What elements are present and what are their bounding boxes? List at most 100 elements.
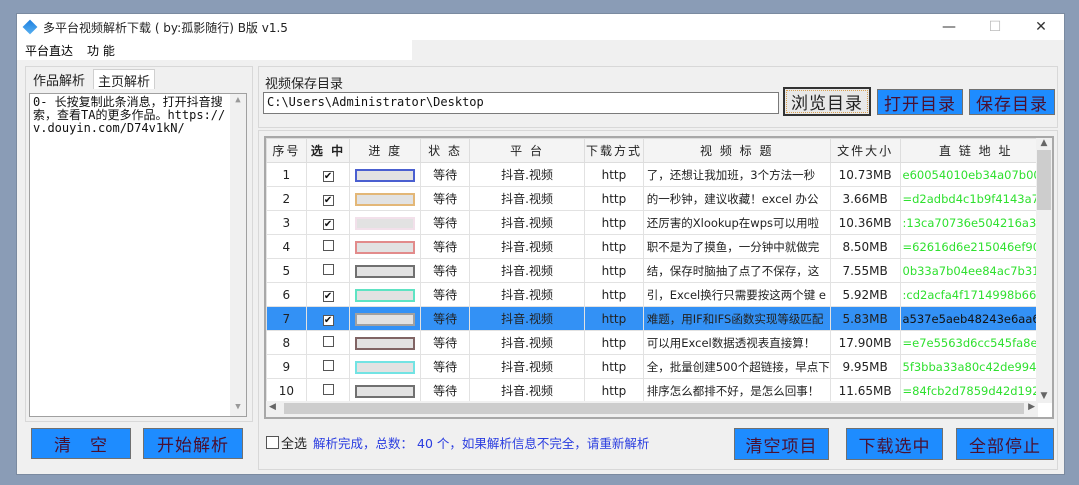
window-title: 多平台视频解析下载 ( by:孤影随行) B版 v1.5 <box>43 20 288 35</box>
row-number: 4 <box>266 234 307 259</box>
column-header[interactable]: 选 中 <box>305 138 351 163</box>
platform-cell: 抖音.视频 <box>468 330 586 355</box>
method-cell: http <box>584 210 644 235</box>
row-checkbox[interactable]: ✔ <box>322 218 334 230</box>
main-window: 多平台视频解析下载 ( by:孤影随行) B版 v1.5 — ☐ ✕ 平台直达 … <box>16 13 1065 475</box>
select-all-label[interactable]: 全选 <box>281 433 307 452</box>
column-header[interactable]: 状 态 <box>420 138 470 163</box>
status-cell: 等待 <box>420 210 470 235</box>
minimize-button[interactable]: — <box>926 14 972 40</box>
row-number: 8 <box>266 330 307 355</box>
table-row[interactable]: 3 ✔ 等待 抖音.视频 http 还厉害的Xlookup在wps可以用啦 10… <box>266 210 1052 235</box>
browse-dir-button[interactable]: 浏览目录 <box>783 87 871 116</box>
row-select-cell <box>305 354 351 379</box>
row-select-cell: ✔ <box>305 162 351 187</box>
table-row[interactable]: 6 ✔ 等待 抖音.视频 http 引，Excel换行只需要按这两个键 e 5.… <box>266 282 1052 307</box>
save-path-input[interactable]: C:\Users\Administrator\Desktop <box>263 92 779 114</box>
clear-items-button[interactable]: 清空项目 <box>734 428 829 460</box>
column-header[interactable]: 下载方式 <box>584 138 644 163</box>
row-number: 3 <box>266 210 307 235</box>
table-row[interactable]: 1 ✔ 等待 抖音.视频 http 了，还想让我加班，3个方法一秒 10.73M… <box>266 162 1052 187</box>
size-cell: 5.83MB <box>829 306 901 331</box>
row-select-cell: ✔ <box>305 210 351 235</box>
progress-bar <box>355 240 416 254</box>
row-checkbox[interactable]: ✔ <box>322 170 334 182</box>
table-row[interactable]: 9 等待 抖音.视频 http 全，批量创建500个超链接，早点下 9.95MB… <box>266 354 1052 379</box>
table-row[interactable]: 8 等待 抖音.视频 http 可以用Excel数据透视表直接算！ 17.90M… <box>266 330 1052 355</box>
select-all-checkbox[interactable] <box>266 436 279 449</box>
table-row[interactable]: 2 ✔ 等待 抖音.视频 http 的一秒钟，建议收藏！excel 办公 3.6… <box>266 186 1052 211</box>
download-selected-button[interactable]: 下载选中 <box>846 428 943 460</box>
row-select-cell <box>305 234 351 259</box>
progress-bar <box>355 360 416 374</box>
link-cell: 5f3bba33a80c42de994f <box>899 354 1052 379</box>
column-header[interactable]: 序号 <box>266 138 307 163</box>
tab-works-parse[interactable]: 作品解析 <box>29 69 89 89</box>
clear-button[interactable]: 清 空 <box>31 428 131 459</box>
row-checkbox[interactable] <box>322 383 334 395</box>
save-dir-button[interactable]: 保存目录 <box>969 89 1055 115</box>
title-cell: 了，还想让我加班，3个方法一秒 <box>642 162 831 187</box>
progress-bar <box>355 288 416 302</box>
size-cell: 3.66MB <box>829 186 901 211</box>
scroll-thumb[interactable] <box>1037 150 1051 210</box>
table-row[interactable]: 4 等待 抖音.视频 http 职不是为了摸鱼，一分钟中就做完 8.50MB =… <box>266 234 1052 259</box>
close-button[interactable]: ✕ <box>1018 14 1064 40</box>
menu-platform[interactable]: 平台直达 <box>25 42 73 59</box>
progress-cell <box>349 306 422 331</box>
status-cell: 等待 <box>420 234 470 259</box>
method-cell: http <box>584 186 644 211</box>
save-dir-label: 视频保存目录 <box>265 77 344 92</box>
link-cell: :cd2acfa4f1714998b66e <box>899 282 1052 307</box>
progress-bar <box>355 312 416 326</box>
link-cell: =62616d6e215046ef901 <box>899 234 1052 259</box>
parse-status-text: 解析完成，总数： 40 个，如果解析信息不完全，请重新解析 <box>313 436 650 451</box>
open-dir-button[interactable]: 打开目录 <box>877 89 963 115</box>
menu-functions[interactable]: 功 能 <box>87 42 115 59</box>
title-cell: 可以用Excel数据透视表直接算！ <box>642 330 831 355</box>
column-header[interactable]: 平 台 <box>468 138 586 163</box>
row-checkbox[interactable]: ✔ <box>322 290 334 302</box>
vertical-scrollbar[interactable]: ▲ ▼ <box>1036 138 1052 403</box>
row-checkbox[interactable] <box>322 263 334 275</box>
row-checkbox[interactable] <box>322 335 334 347</box>
platform-cell: 抖音.视频 <box>468 234 586 259</box>
row-checkbox[interactable] <box>322 239 334 251</box>
stop-all-button[interactable]: 全部停止 <box>956 428 1054 460</box>
method-cell: http <box>584 378 644 403</box>
link-cell: 0b33a7b04ee84ac7b314 <box>899 258 1052 283</box>
table-row[interactable]: 10 等待 抖音.视频 http 排序怎么都排不好，是怎么回事！ 11.65MB… <box>266 378 1052 403</box>
size-cell: 10.36MB <box>829 210 901 235</box>
progress-cell <box>349 330 422 355</box>
progress-cell <box>349 186 422 211</box>
row-checkbox[interactable]: ✔ <box>322 314 334 326</box>
size-cell: 10.73MB <box>829 162 901 187</box>
start-parse-button[interactable]: 开始解析 <box>143 428 243 459</box>
table-row[interactable]: 5 等待 抖音.视频 http 结，保存时脑抽了点了不保存，这 7.55MB 0… <box>266 258 1052 283</box>
platform-cell: 抖音.视频 <box>468 186 586 211</box>
row-number: 6 <box>266 282 307 307</box>
maximize-button[interactable]: ☐ <box>972 14 1018 40</box>
column-header[interactable]: 视 频 标 题 <box>642 138 831 163</box>
table-row[interactable]: 7 ✔ 等待 抖音.视频 http 难题，用IF和IFS函数实现等级匹配 5.8… <box>266 306 1052 331</box>
row-select-cell: ✔ <box>305 306 351 331</box>
row-number: 5 <box>266 258 307 283</box>
column-header[interactable]: 进 度 <box>349 138 422 163</box>
row-select-cell <box>305 378 351 403</box>
row-checkbox[interactable] <box>322 359 334 371</box>
size-cell: 5.92MB <box>829 282 901 307</box>
textarea-scrollbar[interactable]: ▲ ▼ <box>230 94 246 416</box>
progress-cell <box>349 378 422 403</box>
status-cell: 等待 <box>420 162 470 187</box>
horizontal-scrollbar[interactable]: ◀ ▶ <box>266 401 1038 417</box>
size-cell: 11.65MB <box>829 378 901 403</box>
tab-homepage-parse[interactable]: 主页解析 <box>93 69 156 90</box>
column-header[interactable]: 文件大小 <box>829 138 901 163</box>
method-cell: http <box>584 258 644 283</box>
title-cell: 难题，用IF和IFS函数实现等级匹配 <box>642 306 831 331</box>
link-textarea[interactable]: 0- 长按复制此条消息，打开抖音搜索，查看TA的更多作品。https://v.d… <box>29 93 247 417</box>
row-checkbox[interactable]: ✔ <box>322 194 334 206</box>
row-select-cell <box>305 330 351 355</box>
column-header[interactable]: 直 链 地 址 <box>899 138 1052 163</box>
status-cell: 等待 <box>420 306 470 331</box>
